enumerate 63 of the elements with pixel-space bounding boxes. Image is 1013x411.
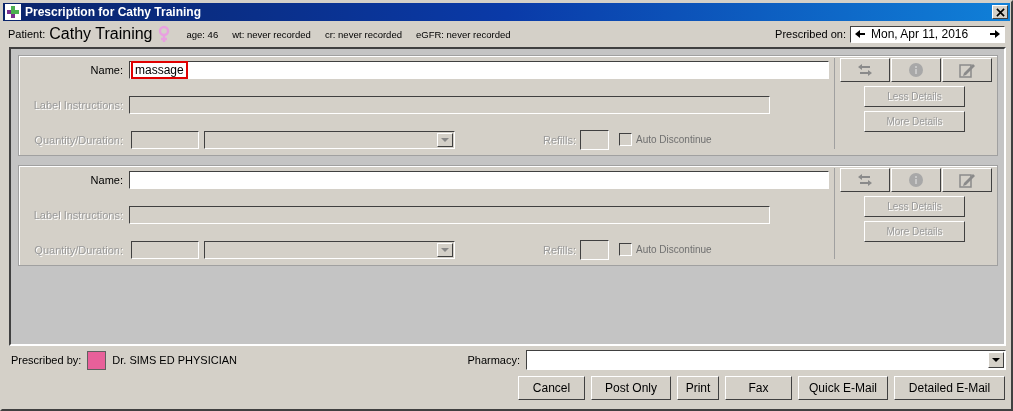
patient-info: eGFR: never recorded: [415, 28, 511, 40]
quantity-field[interactable]: [131, 130, 199, 149]
prescribed-by-label: Prescribed by:: [11, 354, 82, 366]
name-field[interactable]: massage: [129, 61, 829, 79]
instructions-label: Label Instructions:: [32, 209, 124, 221]
edit-button[interactable]: [942, 168, 992, 192]
swap-button[interactable]: [840, 58, 890, 82]
duration-dropdown[interactable]: [204, 240, 455, 259]
name-label: Name:: [89, 64, 124, 76]
edit-icon: [959, 172, 975, 188]
edit-button[interactable]: [942, 58, 992, 82]
name-field[interactable]: [129, 171, 829, 189]
swap-arrows-icon: [858, 64, 872, 76]
left-arrow-icon[interactable]: [855, 29, 865, 39]
checkbox[interactable]: [619, 133, 632, 146]
info-button[interactable]: [891, 168, 941, 192]
refills-field[interactable]: [580, 129, 609, 150]
refills-field[interactable]: [580, 239, 609, 260]
instructions-field[interactable]: [129, 206, 770, 224]
info-button[interactable]: [891, 58, 941, 82]
info-icon: [909, 173, 923, 187]
caret-icon: [992, 358, 1000, 362]
close-button[interactable]: [992, 5, 1008, 19]
instructions-label: Label Instructions:: [32, 99, 124, 111]
cross-icon: [5, 4, 21, 20]
info-icon: [909, 63, 923, 77]
patient-info: wt: never recorded: [232, 28, 311, 40]
instructions-field[interactable]: [129, 96, 770, 114]
window-title: Prescription for Cathy Training: [25, 5, 203, 19]
action-button[interactable]: Cancel: [518, 376, 585, 400]
name-value: massage: [131, 61, 188, 79]
action-button[interactable]: Fax: [725, 376, 792, 400]
edit-icon: [959, 62, 975, 78]
prescribed-on-label: Prescribed on:: [775, 28, 846, 40]
prescriber-name: Dr. SIMS ED PHYSICIAN: [112, 354, 237, 366]
date-value: Mon, Apr 11, 2016: [871, 27, 970, 41]
quantity-field[interactable]: [131, 240, 199, 259]
refills-label: Refills:: [543, 133, 577, 146]
female-icon: [158, 25, 171, 43]
auto-discontinue-label: Auto Discontinue: [636, 244, 712, 255]
date-field[interactable]: Mon, Apr 11, 2016: [850, 25, 1005, 43]
pharmacy-dropdown[interactable]: [526, 350, 1006, 370]
auto-discontinue-label: Auto Discontinue: [636, 134, 712, 145]
patient-info: age: 46: [186, 28, 219, 40]
quantity-label: Quantity/Duration:: [33, 243, 124, 256]
patient-info: cr: never recorded: [324, 28, 402, 40]
action-button[interactable]: Print: [677, 376, 719, 400]
checkbox[interactable]: [619, 243, 632, 256]
pharmacy-label: Pharmacy:: [467, 354, 520, 366]
right-arrow-icon[interactable]: [990, 29, 1000, 39]
patient-label: Patient:: [8, 28, 46, 40]
caret-icon: [441, 137, 449, 142]
caret-icon: [441, 247, 449, 252]
patient-name: Cathy Training: [49, 25, 153, 43]
swap-button[interactable]: [840, 168, 890, 192]
action-button[interactable]: Quick E-Mail: [798, 376, 888, 400]
action-button[interactable]: Detailed E-Mail: [894, 376, 1005, 400]
quantity-label: Quantity/Duration:: [33, 133, 124, 146]
refills-label: Refills:: [543, 243, 577, 256]
swap-arrows-icon: [858, 174, 872, 186]
action-button[interactable]: Post Only: [591, 376, 671, 400]
name-label: Name:: [89, 174, 124, 186]
duration-dropdown[interactable]: [204, 130, 455, 149]
